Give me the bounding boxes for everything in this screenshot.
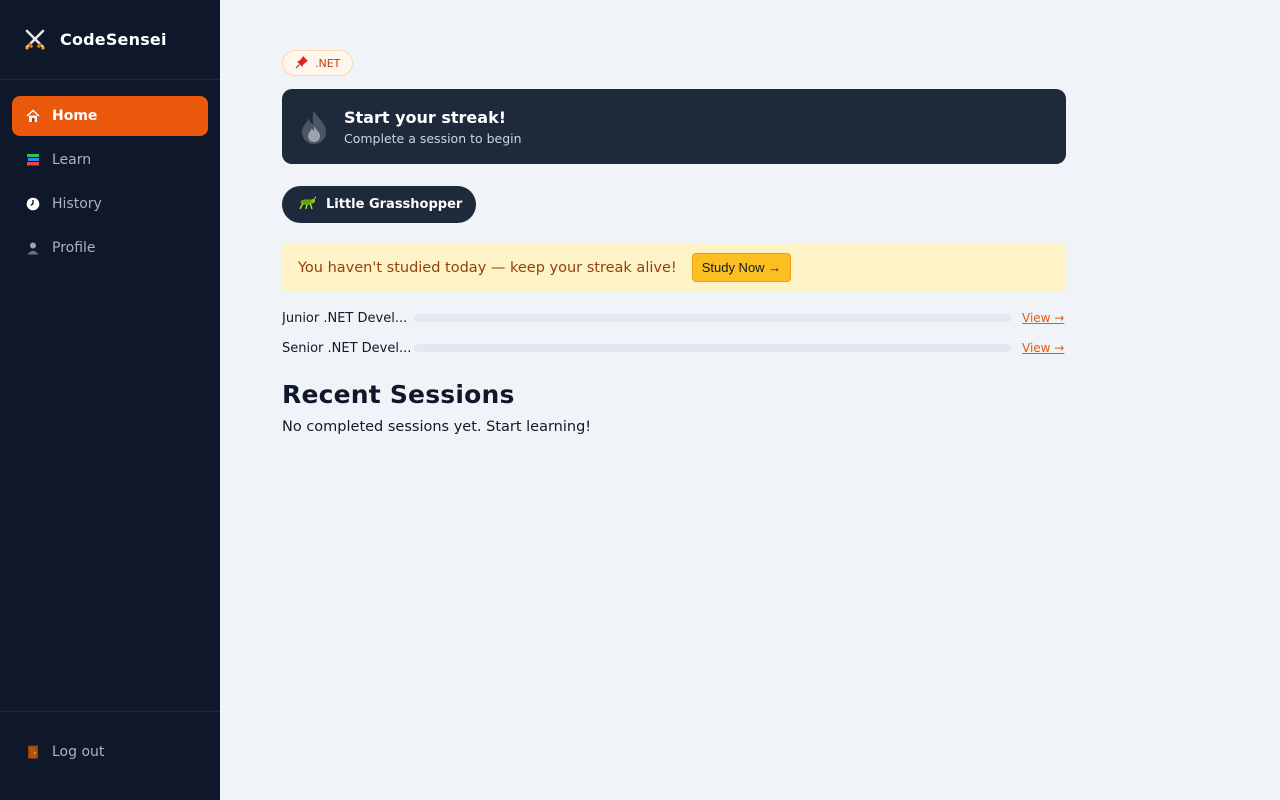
track-list: Junior .NET Devel... View → Senior .NET … (282, 303, 1066, 363)
track-progress-bar (414, 344, 1011, 352)
track-name: Senior .NET Devel... (282, 340, 412, 356)
study-reminder-banner: You haven't studied today — keep your st… (282, 243, 1066, 292)
language-tag[interactable]: .NET (282, 50, 354, 76)
language-tag-label: .NET (315, 56, 341, 70)
logout-button[interactable]: Log out (12, 732, 208, 772)
track-view-link[interactable]: View → (1022, 341, 1064, 355)
clock-icon (26, 197, 40, 211)
track-progress-bar (414, 314, 1011, 322)
rank-badge[interactable]: Little Grasshopper (282, 186, 477, 223)
track-name: Junior .NET Devel... (282, 310, 408, 326)
brand[interactable]: CodeSensei (0, 0, 220, 80)
streak-title: Start your streak! (344, 107, 506, 127)
recent-sessions-title: Recent Sessions (282, 380, 515, 409)
door-icon (26, 745, 40, 759)
recent-sessions-empty: No completed sessions yet. Start learnin… (282, 419, 592, 435)
pushpin-icon (295, 55, 309, 72)
sidebar-item-home[interactable]: Home (12, 96, 208, 136)
sidebar-item-label: Profile (52, 240, 96, 256)
sidebar-item-label: History (52, 196, 102, 212)
house-icon (26, 109, 40, 123)
crossed-swords-icon (22, 27, 48, 53)
streak-card: Start your streak! Complete a session to… (282, 89, 1066, 164)
logout-label: Log out (52, 744, 105, 760)
sidebar-item-learn[interactable]: Learn (12, 140, 208, 180)
books-icon (26, 153, 40, 167)
streak-subtitle: Complete a session to begin (344, 130, 522, 146)
study-now-button[interactable]: Study Now → (691, 253, 792, 282)
person-icon (26, 241, 40, 255)
main-content: .NET Start your streak! Complete a sessi… (282, 50, 1066, 435)
sidebar-nav: Home Learn History Profile (0, 80, 220, 711)
grasshopper-icon (298, 195, 317, 214)
sidebar-footer: Log out (0, 711, 220, 800)
app-name: CodeSensei (60, 30, 167, 49)
study-reminder-text: You haven't studied today — keep your st… (298, 259, 677, 276)
sidebar-item-profile[interactable]: Profile (12, 228, 208, 268)
sidebar-item-history[interactable]: History (12, 184, 208, 224)
sidebar-item-label: Home (52, 108, 98, 124)
streak-text: Start your streak! Complete a session to… (344, 108, 522, 146)
track-view-link[interactable]: View → (1022, 311, 1064, 325)
sidebar-item-label: Learn (52, 152, 92, 168)
track-row: Junior .NET Devel... View → (282, 303, 1066, 333)
rank-label: Little Grasshopper (326, 197, 463, 212)
sidebar: CodeSensei Home Learn History Profile Lo… (0, 0, 220, 800)
track-row: Senior .NET Devel... View → (282, 333, 1066, 363)
flame-icon (300, 109, 328, 145)
